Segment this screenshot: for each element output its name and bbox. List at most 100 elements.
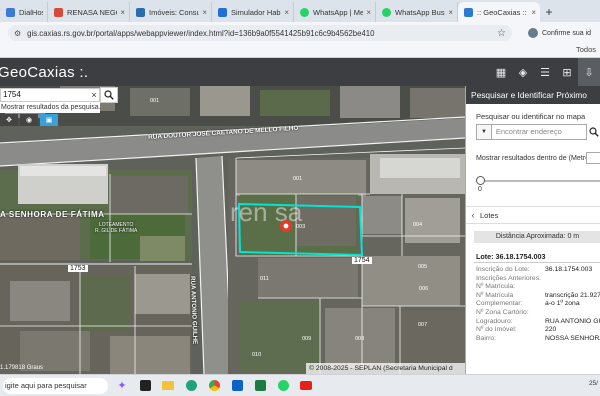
location-pin-icon[interactable]: [280, 220, 292, 232]
place-sublabel: LOTEAMENTO R. GIL DE FÁTIMA: [95, 222, 138, 234]
attribute-row: Inscrição do Lote: 36.18.1754.003: [476, 266, 600, 275]
tab-geocaxias[interactable]: :: GeoCaxias :: ×: [458, 2, 540, 22]
close-icon[interactable]: ×: [531, 8, 536, 17]
chrome-icon[interactable]: [205, 377, 223, 395]
new-tab-button[interactable]: +: [540, 2, 558, 22]
attribute-row: Nº Zona Cartório:: [476, 309, 600, 318]
attribute-key: Logradouro:: [476, 317, 513, 325]
tab-whatsapp-business[interactable]: WhatsApp Busi ×: [376, 2, 458, 22]
lot-attributes: Inscrição do Lote: 36.18.1754.003 Inscriç…: [476, 266, 600, 343]
attribute-value: RUA ANTONIO GU: [545, 317, 600, 325]
tab-simulador[interactable]: Simulador Habit ×: [212, 2, 294, 22]
basemap-icon[interactable]: ▣: [40, 114, 58, 126]
map-view[interactable]: ren sa RUA DOUTOR JOSÉ CAETANO DE MELLO …: [0, 86, 465, 374]
youtube-icon[interactable]: [297, 377, 315, 395]
grid-icon[interactable]: ▦: [490, 58, 512, 86]
all-bookmarks-button[interactable]: Todos: [576, 45, 596, 54]
search-button[interactable]: [100, 87, 118, 103]
file-explorer-icon[interactable]: [159, 377, 177, 395]
distance-input[interactable]: [586, 152, 600, 164]
tab-label: Simulador Habit: [231, 7, 282, 17]
lot-number-1753: 1753: [68, 265, 88, 272]
excel-icon[interactable]: [251, 377, 269, 395]
edge-icon[interactable]: [182, 377, 200, 395]
app-header: GeoCaxias :. ▦ ◈ ☰ ⊞ ⇩: [0, 58, 600, 86]
tab-whatsapp[interactable]: WhatsApp | Men ×: [294, 2, 376, 22]
url-text[interactable]: gis.caxias.rs.gov.br/portal/apps/webappv…: [27, 29, 497, 38]
map-credits: © 2008-2025 - SEPLAN (Secretaria Municip…: [306, 363, 466, 374]
place-label: A SENHORA DE FÁTIMA: [0, 210, 105, 219]
close-icon[interactable]: ×: [120, 8, 125, 17]
taskbar-search[interactable]: igite aqui para pesquisar: [3, 377, 108, 394]
close-icon[interactable]: ×: [448, 8, 453, 17]
search-hint[interactable]: Mostrar resultados da pesquisa...: [0, 102, 100, 113]
parcel-label: 007: [418, 322, 428, 328]
bookmark-star-icon[interactable]: ☆: [497, 28, 506, 39]
site-info-icon[interactable]: ⚙: [14, 29, 21, 38]
attribute-value: NOSSA SENHORA: [545, 334, 600, 342]
eye-icon[interactable]: ◉: [20, 114, 38, 126]
attribute-row: Bairro: NOSSA SENHORA: [476, 335, 600, 344]
distance-slider[interactable]: [476, 176, 600, 186]
simulador-favicon-icon: [218, 7, 227, 17]
whatsapp-favicon-icon: [300, 7, 309, 17]
attribute-key: Nº Zona Cartório:: [476, 308, 529, 316]
parcel-label: 006: [419, 286, 429, 292]
map-controls: ✥ ◉ ▣: [0, 114, 60, 126]
whatsapp-business-favicon-icon: [382, 7, 391, 17]
system-clock[interactable]: 25/: [589, 380, 598, 387]
layers-icon[interactable]: ◈: [512, 58, 534, 86]
outlook-icon[interactable]: [228, 377, 246, 395]
close-icon[interactable]: ×: [366, 8, 371, 17]
copilot-icon[interactable]: ✦: [113, 377, 131, 395]
tab-renasa[interactable]: RENASA NEGÓCI ×: [48, 2, 130, 22]
panel-title: Pesquisar e Identificar Próximo: [466, 86, 600, 104]
widgets-icon[interactable]: [136, 377, 154, 395]
attribute-key: Bairro:: [476, 334, 497, 342]
clear-icon[interactable]: ×: [88, 88, 100, 102]
attribute-key: Inscrição do Lote:: [476, 266, 530, 273]
results-header[interactable]: ‹ Lotes: [466, 206, 600, 224]
omnibox[interactable]: ⚙ gis.caxias.rs.gov.br/portal/apps/webap…: [8, 25, 512, 41]
find-button[interactable]: [587, 124, 600, 140]
chevron-down-icon[interactable]: ▼: [476, 124, 492, 140]
list-icon[interactable]: ☰: [534, 58, 556, 86]
parcel-label: 011: [260, 276, 269, 282]
address-input[interactable]: Encontrar endereço: [491, 124, 588, 140]
attribute-row: Nº Matrícula:: [476, 283, 600, 292]
attribute-value: a-o 1º zona: [545, 300, 580, 308]
map-scale-text: 1.179818 Graus: [0, 365, 44, 371]
chevron-left-icon[interactable]: ‹: [466, 210, 480, 220]
lot-heading[interactable]: Lote: 36.18.1754.003: [476, 252, 546, 261]
attribute-row: Nº Matrícula transcrição 21.927: [476, 292, 600, 301]
attribute-key: Nº Matrícula: [476, 291, 514, 299]
tab-label: DialHost W: [19, 7, 43, 17]
search-icon: [589, 127, 599, 137]
close-icon[interactable]: ×: [284, 8, 289, 17]
app-title: GeoCaxias :.: [0, 63, 89, 81]
address-bar-row: ⚙ gis.caxias.rs.gov.br/portal/apps/webap…: [0, 22, 600, 44]
profile-label: Confirme sua id: [542, 29, 592, 37]
attribute-key: Nº do Imóvel:: [476, 326, 517, 334]
parcel-label: 008: [355, 336, 365, 342]
pan-icon[interactable]: ✥: [0, 114, 18, 126]
search-input[interactable]: 1754: [0, 88, 100, 102]
legend-icon[interactable]: ⊞: [556, 58, 578, 86]
find-label: Pesquisar ou identificar no mapa: [476, 112, 586, 121]
slider-handle[interactable]: [476, 176, 485, 185]
profile-button[interactable]: Confirme sua id: [520, 24, 600, 42]
tab-imoveis[interactable]: Imóveis: Consult ×: [130, 2, 212, 22]
dialhost-favicon-icon: [6, 7, 15, 17]
parcel-label: 001: [293, 176, 303, 182]
widget-toolbar: ▦ ◈ ☰ ⊞ ⇩: [490, 58, 600, 86]
close-icon[interactable]: ×: [202, 8, 207, 17]
download-icon[interactable]: ⇩: [578, 58, 600, 86]
attribute-value: 220: [545, 326, 557, 334]
browser-tab-strip: DialHost W RENASA NEGÓCI × Imóveis: Cons…: [0, 0, 600, 22]
attribute-key: Nº Matrícula:: [476, 283, 516, 291]
whatsapp-icon[interactable]: [274, 377, 292, 395]
tab-dialhost[interactable]: DialHost W: [0, 2, 48, 22]
results-title: Lotes: [480, 210, 499, 220]
bookmarks-bar: Todos: [0, 44, 600, 58]
map-watermark: ren sa: [230, 197, 303, 227]
